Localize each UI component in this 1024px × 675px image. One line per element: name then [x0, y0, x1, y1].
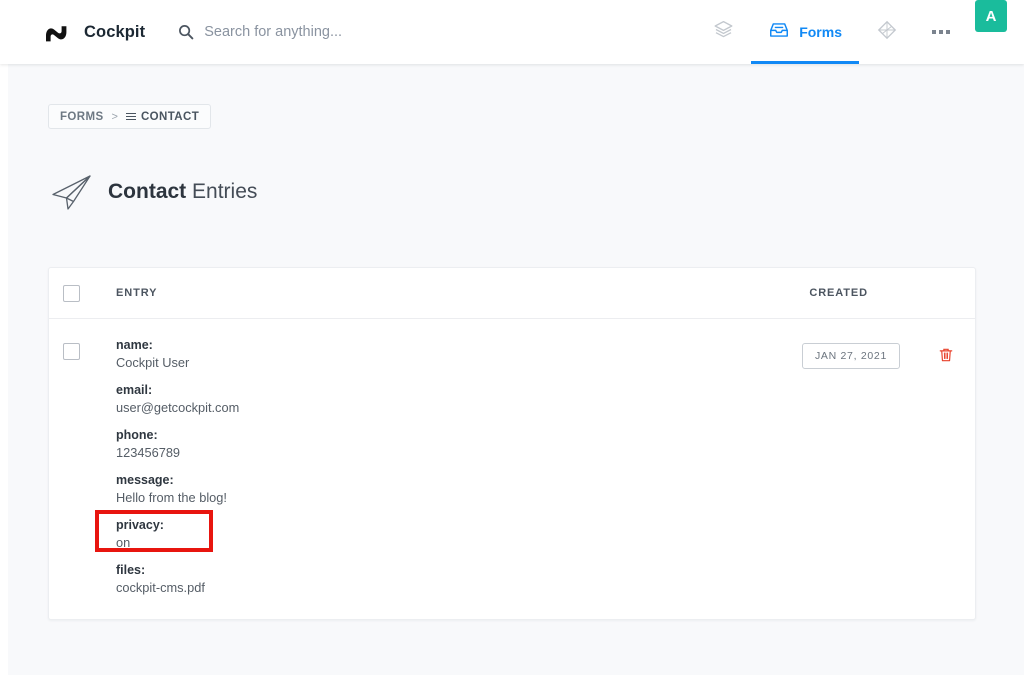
header-nav: Forms A	[696, 0, 1024, 64]
field-name: name: Cockpit User	[116, 337, 239, 372]
layers-icon	[713, 19, 734, 45]
column-header-created: CREATED	[809, 287, 868, 299]
nav-item-more[interactable]	[915, 0, 967, 64]
page-title-rest: Entries	[192, 180, 258, 203]
nav-item-forms-label: Forms	[799, 24, 842, 40]
row-checkbox[interactable]	[63, 343, 80, 360]
breadcrumb: FORMS > CONTACT	[48, 104, 212, 129]
diamond-icon	[876, 19, 898, 46]
app-header: Cockpit Search for anything... Forms A	[0, 0, 1024, 64]
select-all-checkbox[interactable]	[63, 284, 80, 302]
brand-name: Cockpit	[84, 22, 146, 41]
nav-item-finder[interactable]	[859, 0, 915, 64]
inbox-icon	[768, 19, 790, 46]
list-icon	[125, 112, 136, 121]
field-privacy-value: on	[116, 535, 131, 550]
entry-fields[interactable]: name: Cockpit User email: user@getcockpi…	[116, 337, 239, 597]
row-checkbox-wrap	[63, 337, 80, 597]
page-title: Contact Entries	[48, 169, 257, 215]
page-title-bold: Contact	[108, 180, 187, 203]
search-box[interactable]	[178, 24, 465, 40]
breadcrumb-separator: >	[111, 110, 118, 123]
column-header-entry: ENTRY	[116, 287, 158, 299]
paper-plane-icon	[48, 169, 94, 215]
field-email-value: user@getcockpit.com	[116, 400, 240, 415]
breadcrumb-forms-link[interactable]: FORMS	[60, 111, 104, 123]
field-name-key: name:	[116, 338, 153, 352]
avatar-initial: A	[985, 7, 997, 25]
field-privacy: privacy: on	[116, 517, 239, 552]
field-phone-key: phone:	[116, 428, 158, 442]
trash-icon[interactable]	[938, 347, 954, 368]
field-phone: phone: 123456789	[116, 427, 239, 462]
field-phone-value: 123456789	[116, 445, 181, 460]
breadcrumb-current-label: CONTACT	[140, 110, 200, 123]
search-input[interactable]	[204, 24, 465, 40]
field-email-key: email:	[116, 383, 153, 397]
more-dots-icon	[932, 30, 950, 34]
table-header: ENTRY CREATED	[49, 268, 975, 319]
breadcrumb-current[interactable]: CONTACT	[125, 110, 200, 123]
nav-item-collections[interactable]	[696, 0, 751, 64]
avatar[interactable]: A	[975, 0, 1007, 32]
field-message-key: message:	[116, 473, 174, 487]
field-files: files: cockpit-cms.pdf	[116, 562, 239, 597]
entries-card: ENTRY CREATED name: Cockpit User email: …	[48, 267, 976, 620]
field-files-key: files:	[116, 563, 146, 577]
field-message: message: Hello from the blog!	[116, 472, 239, 507]
created-date-badge: JAN 27, 2021	[801, 343, 900, 369]
app-root: Cockpit Search for anything... Forms A F…	[0, 0, 1024, 675]
page-title-text: Contact Entries	[108, 180, 257, 204]
search-icon	[178, 24, 194, 40]
field-name-value: Cockpit User	[116, 355, 190, 370]
page-body: FORMS > CONTACT Contact Entries ENTRY CR…	[8, 64, 1024, 675]
brand[interactable]: Cockpit	[41, 17, 145, 47]
field-email: email: user@getcockpit.com	[116, 382, 239, 417]
nav-item-forms[interactable]: Forms	[751, 0, 859, 64]
table-row: name: Cockpit User email: user@getcockpi…	[49, 319, 975, 619]
field-message-value: Hello from the blog!	[116, 490, 227, 505]
row-meta: JAN 27, 2021	[801, 337, 975, 597]
cockpit-logo-icon	[41, 17, 71, 47]
field-files-value: cockpit-cms.pdf	[116, 580, 205, 595]
field-privacy-key: privacy:	[116, 518, 164, 532]
